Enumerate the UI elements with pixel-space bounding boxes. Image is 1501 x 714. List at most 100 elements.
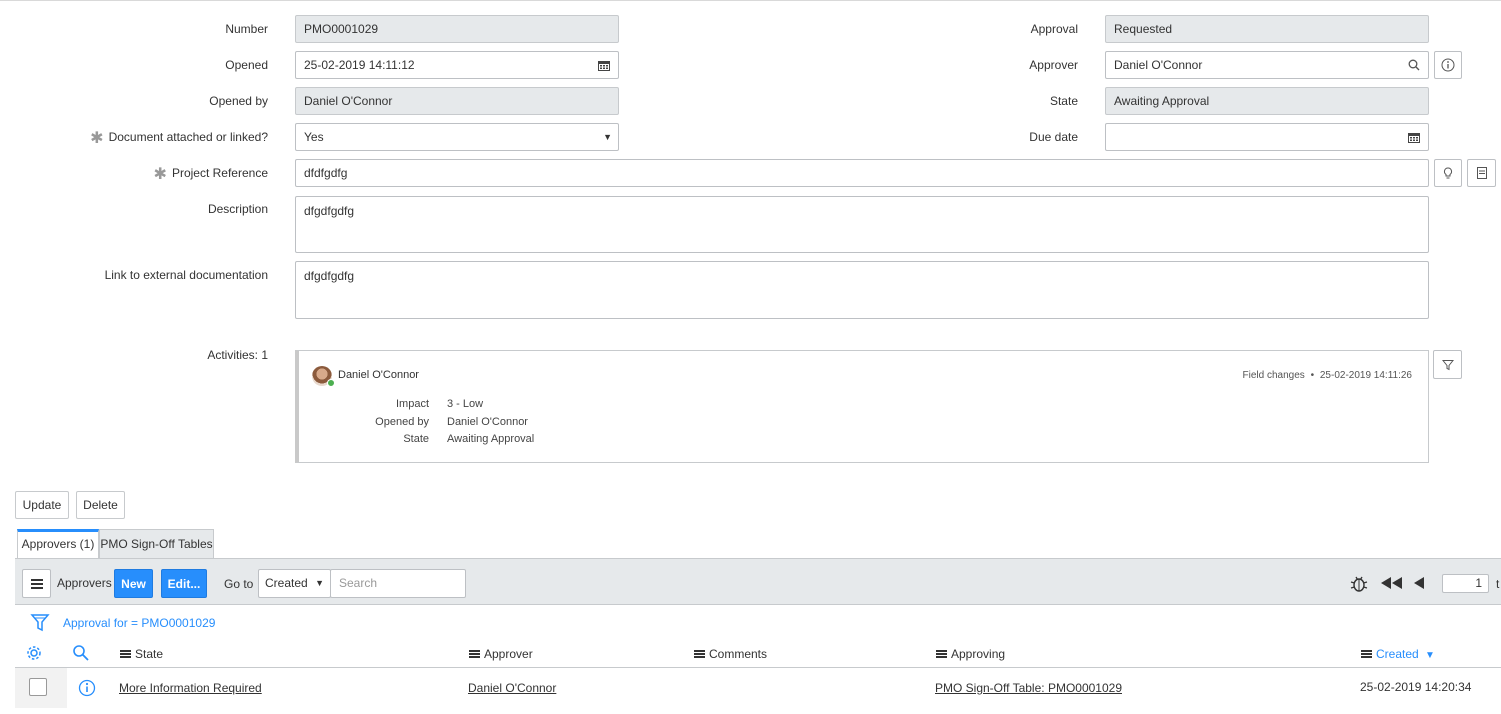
number-field: PMO0001029: [295, 15, 619, 43]
column-header-comments[interactable]: Comments: [694, 646, 767, 662]
due-date-field[interactable]: [1105, 123, 1401, 151]
activity-meta: Field changes • 25-02-2019 14:11:26: [1242, 370, 1412, 381]
prev-page-icon: [1414, 577, 1424, 589]
column-menu-icon: [1361, 649, 1372, 658]
opened-calendar-button[interactable]: [590, 51, 619, 79]
lightbulb-icon: [1443, 166, 1453, 178]
tab-pmo-sign-off-tables[interactable]: PMO Sign-Off Tables: [99, 529, 214, 559]
change-field: Opened by: [375, 416, 429, 428]
column-header-approving[interactable]: Approving: [936, 646, 1005, 662]
dropdown-arrow-icon: ▼: [603, 132, 612, 142]
project-reference-label: ✱ Project Reference: [153, 166, 268, 183]
approval-label: Approval: [1030, 22, 1078, 36]
project-reference-field[interactable]: dfdfgdfg: [295, 159, 1429, 187]
row-checkbox[interactable]: [29, 678, 47, 696]
required-marker: ✱: [153, 166, 167, 183]
opened-by-label: Opened by: [209, 94, 268, 108]
list-title: Approvers: [57, 576, 112, 590]
goto-field-select[interactable]: Created ▼: [258, 569, 331, 598]
hamburger-icon: [30, 578, 43, 589]
online-status-dot: [327, 379, 335, 387]
tab-approvers[interactable]: Approvers (1): [17, 529, 99, 559]
column-header-created[interactable]: Created ▼: [1361, 646, 1435, 664]
external-link-textarea[interactable]: dfgdfgdfg: [295, 261, 1429, 319]
info-icon: [78, 679, 96, 697]
debug-button[interactable]: [1349, 574, 1369, 594]
change-value: 3 - Low: [447, 398, 484, 410]
reference-icon: [1476, 167, 1487, 179]
description-label: Description: [207, 202, 268, 216]
goto-label: Go to: [224, 577, 254, 591]
activity-filter-button[interactable]: [1433, 350, 1462, 379]
header-divider: [15, 667, 1501, 668]
due-date-calendar-button[interactable]: [1400, 123, 1429, 151]
filter-icon: [1441, 359, 1454, 370]
edit-button[interactable]: Edit...: [161, 569, 207, 598]
list-search-input[interactable]: Search: [330, 569, 466, 598]
top-divider: [0, 0, 1501, 1]
row-approving-link[interactable]: PMO Sign-Off Table: PMO0001029: [935, 680, 1122, 696]
activity-entry: Daniel O'Connor Field changes • 25-02-20…: [295, 350, 1429, 463]
approver-lookup-button[interactable]: [1400, 51, 1429, 79]
column-header-approver[interactable]: Approver: [469, 646, 533, 662]
column-menu-icon: [936, 649, 947, 658]
row-created: 25-02-2019 14:20:34: [1360, 680, 1472, 694]
change-value: Awaiting Approval: [447, 433, 535, 445]
change-field: Impact: [395, 398, 429, 410]
due-date-label: Due date: [1029, 130, 1078, 144]
list-settings-button[interactable]: [25, 644, 43, 662]
row-approver-link[interactable]: Daniel O'Connor: [468, 680, 556, 696]
required-marker: ✱: [90, 130, 104, 147]
approver-label: Approver: [1029, 58, 1078, 72]
document-attached-label: ✱ Document attached or linked?: [90, 130, 268, 147]
external-link-label: Link to external documentation: [104, 268, 268, 282]
bug-icon: [1350, 576, 1368, 592]
page-suffix: t: [1496, 577, 1500, 591]
sort-desc-icon: ▼: [1425, 650, 1435, 661]
state-field: Awaiting Approval: [1105, 87, 1429, 115]
delete-button[interactable]: Delete: [76, 491, 125, 519]
filter-toggle[interactable]: [30, 613, 50, 633]
activities-label: Activities: 1: [207, 348, 268, 362]
update-button[interactable]: Update: [15, 491, 69, 519]
activity-user: Daniel O'Connor: [338, 369, 419, 381]
approval-field: Requested: [1105, 15, 1429, 43]
change-value: Daniel O'Connor: [447, 416, 528, 428]
approver-field[interactable]: Daniel O'Connor: [1105, 51, 1401, 79]
filter-icon: [30, 614, 50, 632]
reference-button[interactable]: [1467, 159, 1496, 187]
first-page-button[interactable]: [1380, 576, 1404, 590]
list-menu-button[interactable]: [22, 569, 51, 598]
suggestion-button[interactable]: [1434, 159, 1462, 187]
column-menu-icon: [120, 649, 131, 658]
column-menu-icon: [469, 649, 480, 658]
row-info-button[interactable]: [78, 679, 96, 697]
change-field: State: [403, 433, 429, 445]
row-state-link[interactable]: More Information Required: [119, 680, 262, 696]
gear-icon: [27, 646, 41, 660]
calendar-icon: [598, 60, 610, 71]
number-label: Number: [225, 22, 268, 36]
search-icon: [1408, 59, 1420, 71]
new-button[interactable]: New: [114, 569, 153, 598]
prev-page-button[interactable]: [1413, 576, 1425, 590]
activity-timestamp: 25-02-2019 14:11:26: [1319, 370, 1412, 381]
column-header-state[interactable]: State: [120, 646, 163, 662]
search-icon: [73, 645, 89, 661]
approver-info-button[interactable]: [1434, 51, 1462, 79]
opened-field[interactable]: 25-02-2019 14:11:12: [295, 51, 591, 79]
first-page-icon: [1381, 577, 1402, 589]
page-number-input[interactable]: 1: [1442, 574, 1489, 593]
dropdown-arrow-icon: ▼: [315, 578, 324, 588]
column-menu-icon: [694, 649, 705, 658]
list-search-toggle[interactable]: [72, 644, 90, 662]
filter-breadcrumb[interactable]: Approval for = PMO0001029: [63, 616, 215, 630]
info-icon: [1441, 58, 1455, 72]
opened-by-field: Daniel O'Connor: [295, 87, 619, 115]
document-attached-select[interactable]: Yes ▼: [295, 123, 619, 151]
calendar-icon: [1408, 132, 1420, 143]
state-label: State: [1049, 94, 1078, 108]
description-textarea[interactable]: dfgdfgdfg: [295, 196, 1429, 253]
activity-type: Field changes: [1242, 370, 1305, 381]
opened-label: Opened: [225, 58, 268, 72]
